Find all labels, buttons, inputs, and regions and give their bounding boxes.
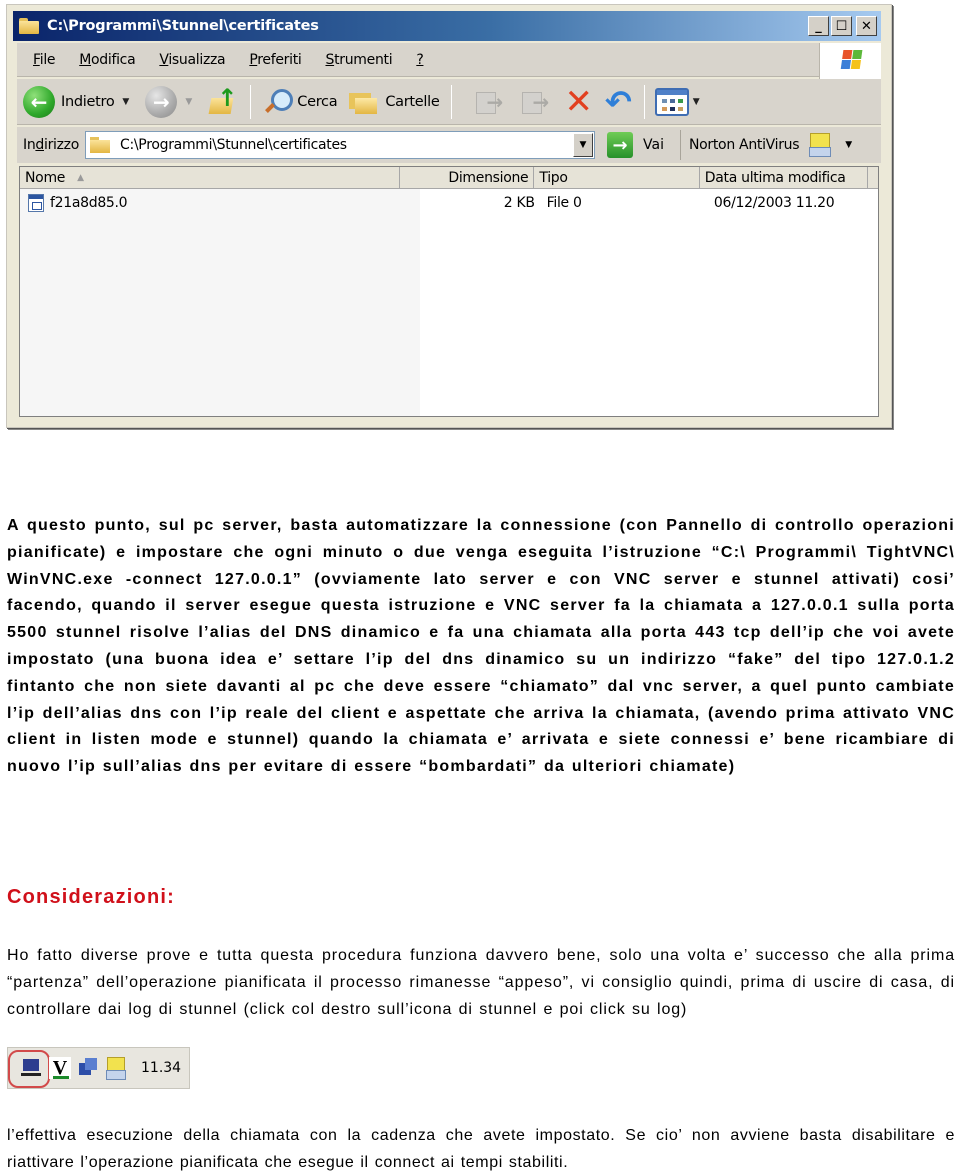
delete-icon[interactable]: ✕ — [564, 85, 593, 119]
menu-accel: V — [159, 51, 169, 68]
file-name-cell: f21a8d85.0 — [20, 194, 405, 212]
toolbar-separator — [643, 84, 645, 119]
file-list-header: Nome ▲ Dimensione Tipo Data ultima modif… — [20, 167, 878, 189]
go-arrow-icon: → — [607, 132, 633, 158]
standard-toolbar: ← Indietro ▼ → ▼ Cerca Cartelle ✕ ↶ ▼ — [17, 79, 881, 125]
search-icon — [263, 88, 294, 116]
toolbar-separator — [451, 84, 453, 119]
instruction-paragraph: A questo punto, sul pc server, basta aut… — [7, 517, 955, 776]
menu-accel: S — [325, 51, 335, 68]
copy-to-icon[interactable] — [520, 88, 550, 116]
section-heading: Considerazioni: — [7, 886, 176, 908]
explorer-window-screenshot: C:\Programmi\Stunnel\certificates _ ☐ ✕ … — [6, 4, 892, 428]
toolbar-separator — [250, 84, 252, 119]
norton-antivirus-button[interactable]: Norton AntiVirus ▼ — [679, 130, 852, 160]
norton-label: Norton AntiVirus — [688, 137, 800, 153]
stunnel-icon — [21, 1057, 43, 1079]
menu-label: ile — [39, 51, 56, 68]
windows-flag-icon — [840, 50, 864, 70]
column-header-size[interactable]: Dimensione — [400, 167, 535, 189]
column-header-name[interactable]: Nome ▲ — [20, 167, 401, 189]
move-to-icon[interactable] — [474, 88, 504, 116]
address-label-part: In — [23, 137, 36, 153]
chevron-down-icon[interactable]: ▼ — [845, 140, 852, 150]
folders-label: Cartelle — [385, 93, 440, 110]
address-label-accel: d — [35, 137, 44, 153]
menu-accel: F — [33, 51, 40, 68]
go-label: Vai — [643, 137, 664, 153]
menu-help[interactable]: ? — [416, 52, 423, 68]
file-type: File 0 — [546, 195, 582, 211]
closing-paragraph: l’effettiva esecuzione della chiamata co… — [7, 1127, 955, 1171]
forward-arrow-icon: → — [145, 85, 178, 118]
menu-accel: ? — [416, 51, 424, 68]
minimize-button[interactable]: _ — [808, 16, 829, 36]
windows-logo — [819, 43, 881, 79]
window-title: C:\Programmi\Stunnel\certificates — [47, 18, 319, 34]
menu-strumenti[interactable]: Strumenti — [325, 52, 392, 68]
network-icon — [77, 1057, 99, 1079]
menu-modifica[interactable]: Modifica — [79, 52, 135, 68]
address-label-part: irizzo — [44, 137, 79, 153]
chevron-down-icon[interactable]: ▼ — [693, 97, 700, 107]
search-label: Cerca — [297, 93, 338, 110]
search-button[interactable]: Cerca — [263, 88, 338, 116]
back-button[interactable]: ← Indietro ▼ — [23, 85, 129, 118]
file-name: f21a8d85.0 — [50, 195, 128, 211]
menu-label: referiti — [257, 51, 302, 68]
tray-clock: 11.34 — [141, 1060, 182, 1076]
menu-visualizza[interactable]: Visualizza — [159, 52, 225, 68]
menu-label: odifica — [91, 51, 136, 68]
maximize-button[interactable]: ☐ — [831, 16, 852, 36]
address-value: C:\Programmi\Stunnel\certificates — [120, 137, 347, 153]
column-header-modified[interactable]: Data ultima modifica — [699, 167, 868, 189]
menu-accel: M — [79, 51, 92, 68]
address-dropdown-button[interactable]: ▼ — [573, 133, 593, 157]
column-header-filler — [867, 167, 878, 189]
menu-label: trumenti — [334, 51, 393, 68]
system-tray-screenshot: V 11.34 — [7, 1047, 190, 1089]
file-modified: 06/12/2003 11.20 — [713, 195, 835, 211]
forward-button[interactable]: → ▼ — [145, 85, 192, 118]
window-controls: _ ☐ ✕ — [808, 16, 877, 36]
considerations-paragraph: Ho fatto diverse prove e tutta questa pr… — [7, 947, 955, 1018]
file-row[interactable]: f21a8d85.0 2 KB File 0 06/12/2003 11.20 — [20, 192, 878, 214]
undo-icon[interactable]: ↶ — [605, 86, 632, 118]
folder-up-icon[interactable] — [208, 84, 237, 116]
chevron-down-icon[interactable]: ▼ — [122, 97, 129, 107]
menu-label: isualizza — [168, 51, 226, 68]
address-bar: Indirizzo C:\Programmi\Stunnel\certifica… — [17, 127, 881, 163]
antivirus-icon — [105, 1057, 127, 1080]
column-header-label: Nome — [25, 169, 66, 186]
folder-icon — [19, 18, 41, 34]
menu-file[interactable]: File — [33, 51, 56, 68]
address-input[interactable]: C:\Programmi\Stunnel\certificates ▼ — [85, 131, 595, 159]
address-label: Indirizzo — [23, 137, 79, 153]
folder-icon — [90, 137, 112, 153]
views-icon[interactable] — [654, 87, 689, 116]
menu-preferiti[interactable]: Preferiti — [249, 52, 301, 68]
chevron-down-icon[interactable]: ▼ — [185, 97, 192, 107]
folders-button[interactable]: Cartelle — [349, 89, 440, 115]
back-arrow-icon: ← — [23, 85, 55, 118]
antivirus-icon — [809, 133, 832, 157]
back-label: Indietro — [61, 93, 115, 110]
close-button[interactable]: ✕ — [856, 16, 877, 36]
title-bar[interactable]: C:\Programmi\Stunnel\certificates _ ☐ ✕ — [13, 11, 881, 41]
folders-icon — [349, 89, 379, 115]
column-header-type[interactable]: Tipo — [534, 167, 700, 189]
sort-ascending-icon: ▲ — [77, 172, 84, 183]
menu-bar: File Modifica Visualizza Preferiti Strum… — [17, 43, 881, 79]
go-button[interactable]: → Vai — [607, 132, 664, 158]
vnc-icon: V — [49, 1057, 71, 1079]
certificate-file-icon — [28, 194, 44, 212]
file-list[interactable]: Nome ▲ Dimensione Tipo Data ultima modif… — [19, 166, 879, 417]
file-size: 2 KB — [503, 195, 535, 211]
